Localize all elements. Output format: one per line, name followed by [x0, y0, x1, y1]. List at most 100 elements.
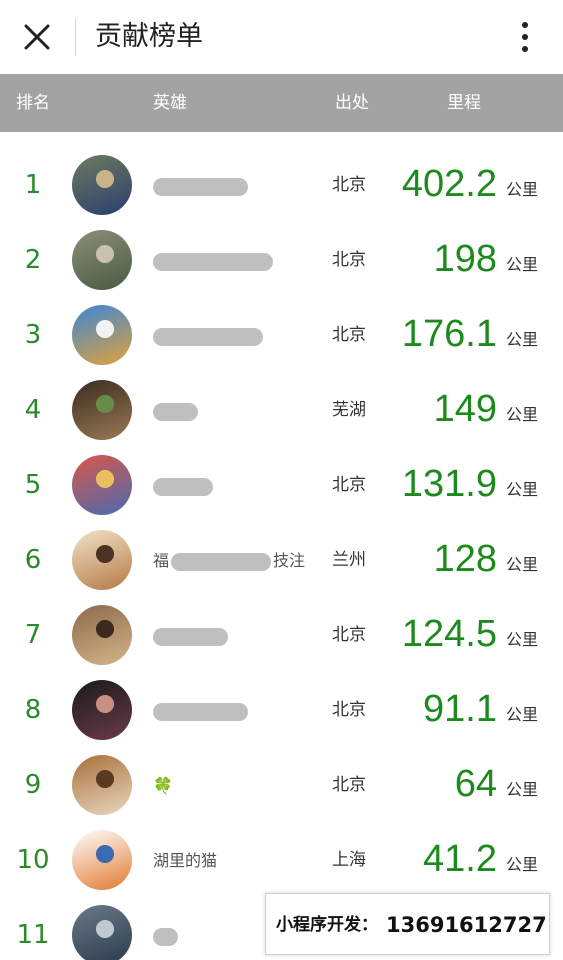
hero-name: 福 技注: [153, 523, 323, 598]
column-header-origin: 出处: [335, 93, 369, 113]
table-row[interactable]: 2 北京 198 公里: [0, 223, 563, 298]
close-button[interactable]: [14, 14, 60, 60]
blurred-name: [153, 702, 248, 721]
distance-unit: 公里: [506, 255, 539, 274]
distance-value: 176.1: [401, 313, 497, 355]
avatar[interactable]: [72, 305, 132, 365]
hero-name-tail: 技注: [273, 551, 306, 570]
hero-name: 湖里的猫: [153, 823, 323, 898]
table-row[interactable]: 4 芜湖 149 公里: [0, 373, 563, 448]
table-row[interactable]: 10 湖里的猫 上海 41.2 公里: [0, 823, 563, 898]
column-header-hero: 英雄: [153, 93, 187, 113]
close-icon: [24, 24, 50, 50]
origin-city: 北京: [332, 625, 366, 645]
blurred-name: [153, 627, 228, 646]
hero-name: [153, 223, 323, 298]
title-divider: [75, 18, 76, 56]
table-row[interactable]: 3 北京 176.1 公里: [0, 298, 563, 373]
promo-overlay: 小程序开发： 13691612727: [265, 893, 550, 955]
promo-label: 小程序开发：: [276, 915, 378, 935]
avatar[interactable]: [72, 455, 132, 515]
avatar[interactable]: [72, 680, 132, 740]
hero-name: [153, 298, 323, 373]
rank-number: 10: [16, 845, 50, 875]
avatar[interactable]: [72, 230, 132, 290]
distance-value: 41.2: [423, 838, 497, 880]
blurred-name: [171, 552, 272, 571]
avatar[interactable]: [72, 605, 132, 665]
origin-city: 北京: [332, 325, 366, 345]
distance-unit: 公里: [506, 855, 539, 874]
avatar[interactable]: [72, 830, 132, 890]
origin-city: 北京: [332, 175, 366, 195]
hero-name-text: 🍀: [153, 776, 173, 795]
origin-city: 北京: [332, 700, 366, 720]
table-row[interactable]: 9 🍀 北京 64 公里: [0, 748, 563, 823]
table-row[interactable]: 5 北京 131.9 公里: [0, 448, 563, 523]
distance-unit: 公里: [506, 780, 539, 799]
rank-number: 5: [24, 470, 42, 500]
distance-value: 198: [433, 238, 497, 280]
column-header-rank: 排名: [16, 93, 50, 113]
distance-unit: 公里: [506, 180, 539, 199]
page-title: 贡献榜单: [95, 21, 203, 52]
avatar[interactable]: [72, 530, 132, 590]
origin-city: 芜湖: [332, 400, 366, 420]
hero-name: [153, 148, 323, 223]
table-row[interactable]: 8 北京 91.1 公里: [0, 673, 563, 748]
distance-unit: 公里: [506, 480, 539, 499]
origin-city: 兰州: [332, 550, 366, 570]
rank-number: 7: [24, 620, 42, 650]
distance-value: 64: [454, 763, 497, 805]
hero-name: 🍀: [153, 748, 323, 823]
rank-number: 1: [24, 170, 42, 200]
more-button[interactable]: [506, 14, 546, 60]
distance-value: 149: [433, 388, 497, 430]
title-bar: 贡献榜单: [0, 0, 563, 74]
rank-number: 11: [16, 920, 50, 950]
hero-name-text: 湖里的猫: [153, 851, 218, 870]
distance-unit: 公里: [506, 330, 539, 349]
hero-name: [153, 598, 323, 673]
distance-value: 124.5: [401, 613, 497, 655]
origin-city: 上海: [332, 850, 366, 870]
table-row[interactable]: 7 北京 124.5 公里: [0, 598, 563, 673]
promo-phone: 13691612727: [386, 913, 547, 937]
distance-unit: 公里: [506, 705, 539, 724]
blurred-name: [153, 252, 273, 271]
rank-number: 2: [24, 245, 42, 275]
distance-value: 402.2: [401, 163, 497, 205]
table-header: 排名 英雄 出处 里程: [0, 74, 563, 132]
hero-name: [153, 373, 323, 448]
rank-number: 8: [24, 695, 42, 725]
origin-city: 北京: [332, 250, 366, 270]
blurred-name: [153, 927, 178, 946]
hero-name: [153, 673, 323, 748]
distance-value: 131.9: [401, 463, 497, 505]
hero-name: [153, 448, 323, 523]
distance-unit: 公里: [506, 630, 539, 649]
rank-number: 4: [24, 395, 42, 425]
avatar[interactable]: [72, 755, 132, 815]
distance-value: 91.1: [423, 688, 497, 730]
origin-city: 北京: [332, 775, 366, 795]
origin-city: 北京: [332, 475, 366, 495]
hero-name-text: 福: [153, 551, 170, 570]
distance-unit: 公里: [506, 555, 539, 574]
contribution-leaderboard-page: 贡献榜单 排名 英雄 出处 里程 1 北京 402.2 公里 2 北京 198 公里 3 北京 17…: [0, 0, 563, 960]
blurred-name: [153, 402, 198, 421]
distance-value: 128: [433, 538, 497, 580]
blurred-name: [153, 177, 248, 196]
avatar[interactable]: [72, 380, 132, 440]
rank-number: 6: [24, 545, 42, 575]
distance-unit: 公里: [506, 405, 539, 424]
table-row[interactable]: 1 北京 402.2 公里: [0, 148, 563, 223]
blurred-name: [153, 477, 213, 496]
avatar[interactable]: [72, 905, 132, 960]
blurred-name: [153, 327, 263, 346]
rank-number: 3: [24, 320, 42, 350]
avatar[interactable]: [72, 155, 132, 215]
column-header-distance: 里程: [447, 93, 481, 113]
table-row[interactable]: 6 福 技注 兰州 128 公里: [0, 523, 563, 598]
rank-number: 9: [24, 770, 42, 800]
